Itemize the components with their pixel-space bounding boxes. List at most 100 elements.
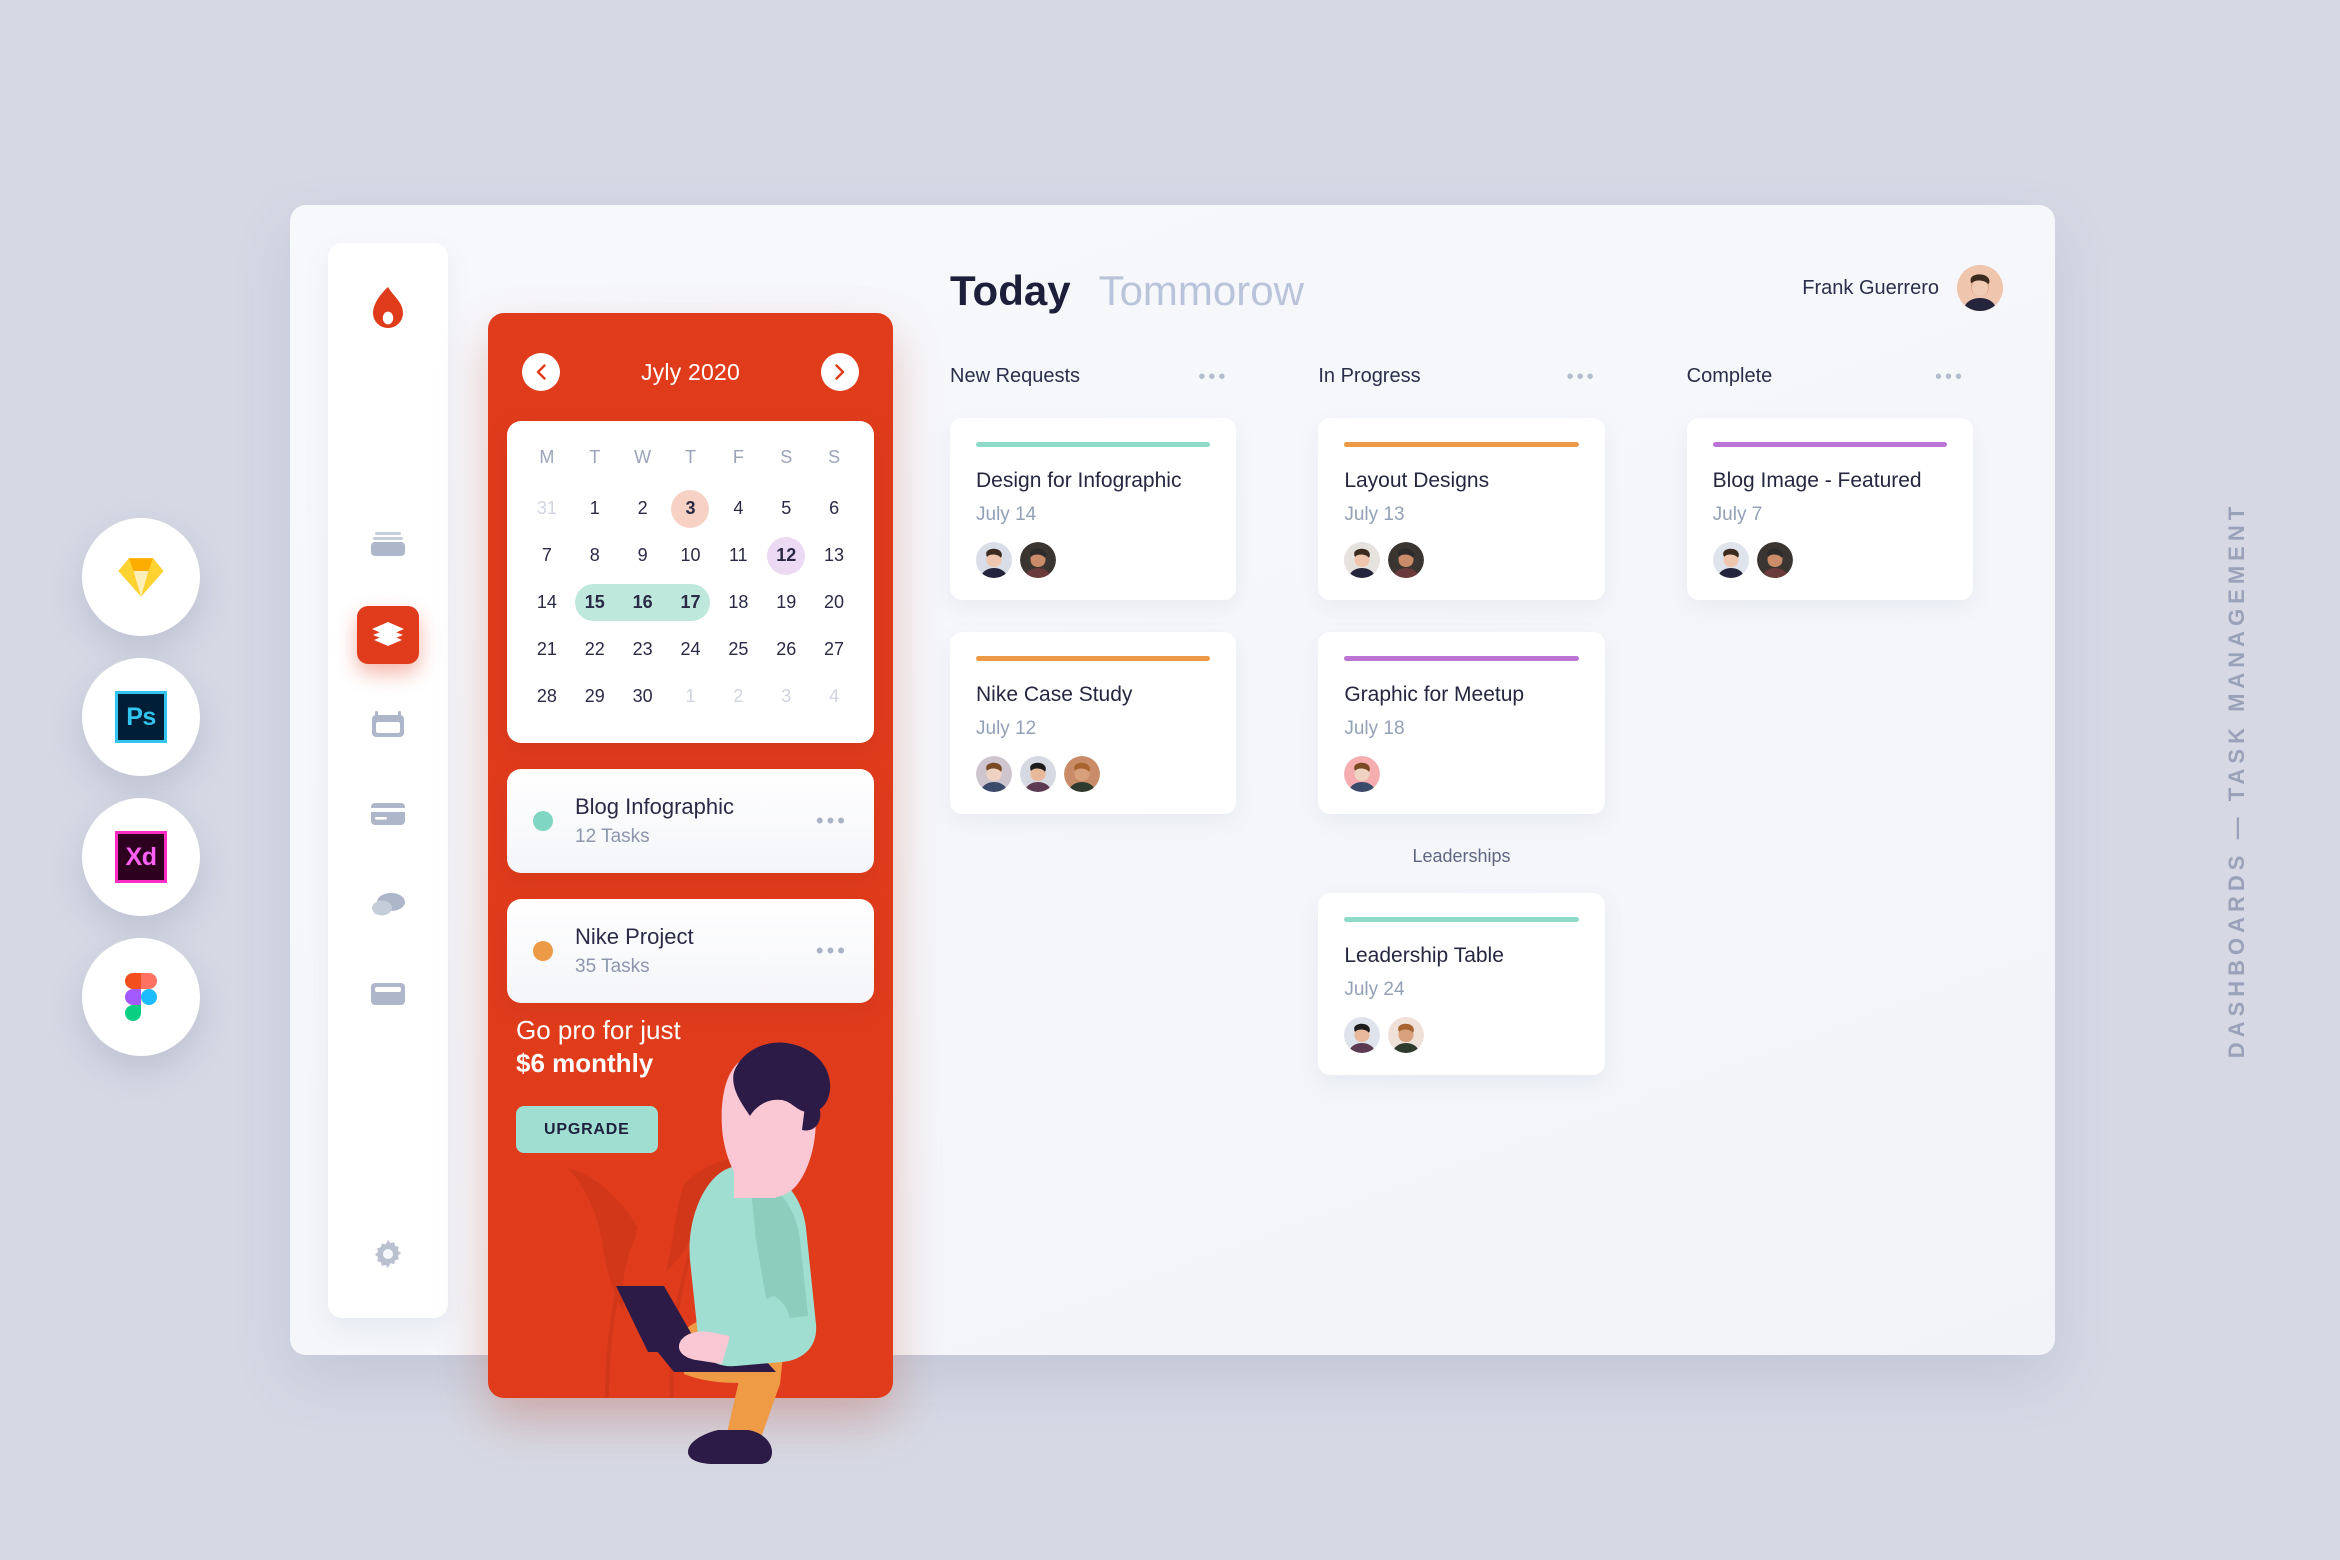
board-columns: New Requests ••• Design for Infographic Jul…: [950, 365, 2055, 1107]
calendar-day[interactable]: 27: [810, 627, 858, 672]
card-avatar[interactable]: [1020, 542, 1056, 578]
app-badge-sketch[interactable]: [82, 518, 200, 636]
promo-line-1: Go pro for just: [516, 1015, 681, 1045]
app-badge-photoshop[interactable]: Ps: [82, 658, 200, 776]
calendar-day[interactable]: 13: [810, 533, 858, 578]
calendar-day[interactable]: 30: [619, 674, 667, 719]
card-avatar[interactable]: [1344, 1017, 1381, 1053]
task-card[interactable]: Nike Case Study July 12: [950, 632, 1237, 814]
card-avatar[interactable]: [1064, 756, 1100, 792]
card-title: Design for Infographic: [976, 469, 1182, 492]
task-card[interactable]: Design for Infographic July 14: [950, 418, 1237, 600]
user-profile[interactable]: Frank Guerrero: [1802, 265, 2003, 311]
card-accent-bar: [1712, 442, 1947, 447]
card-avatars: [1712, 542, 1947, 578]
sidebar-item-card[interactable]: [357, 786, 419, 844]
calendar-day[interactable]: 14: [523, 580, 571, 625]
calendar-day[interactable]: 17: [666, 580, 715, 625]
calendar-day[interactable]: 29: [571, 674, 619, 719]
promo-text: Go pro for just $6 monthly: [516, 1014, 681, 1081]
card-title: Blog Image - Featured: [1712, 469, 1922, 492]
sidebar-item-layers[interactable]: [357, 606, 419, 664]
calendar-day[interactable]: 18: [714, 580, 762, 625]
calendar-day-number: 4: [829, 686, 840, 706]
column-title: In Progress: [1318, 365, 1421, 387]
sidebar-item-archive[interactable]: [357, 966, 419, 1024]
card-title: Nike Case Study: [976, 683, 1133, 706]
card-avatar[interactable]: [1388, 542, 1425, 578]
calendar-day[interactable]: 28: [523, 674, 571, 719]
calendar-next-button[interactable]: [821, 353, 859, 391]
calendar-prev-button[interactable]: [522, 353, 560, 391]
calendar-day[interactable]: 9: [619, 533, 667, 578]
avatar[interactable]: [1957, 265, 2003, 311]
calendar-day[interactable]: 6: [810, 486, 858, 531]
calendar-day[interactable]: 2: [619, 486, 667, 531]
calendar-day-number: 20: [824, 592, 845, 612]
calendar-day[interactable]: 4: [714, 486, 762, 531]
avatar-image: [1388, 542, 1425, 578]
calendar-day[interactable]: 21: [523, 627, 571, 672]
card-accent-bar: [1344, 656, 1579, 661]
calendar-day[interactable]: 25: [714, 627, 762, 672]
task-card[interactable]: Leadership Table July 24: [1318, 893, 1605, 1075]
card-icon: [371, 803, 405, 825]
card-avatar[interactable]: [1344, 756, 1381, 792]
app-badge-figma[interactable]: [82, 938, 200, 1056]
task-card[interactable]: Layout Designs July 13: [1318, 418, 1605, 600]
app-badge-xd[interactable]: Xd: [82, 798, 200, 916]
task-card[interactable]: Graphic for Meetup July 18: [1318, 632, 1605, 814]
task-card[interactable]: Blog Image - Featured July 7: [1686, 418, 1973, 600]
avatar-image: [1957, 265, 2003, 311]
avatar-image: [1020, 542, 1056, 578]
tab-today[interactable]: Today: [950, 267, 1071, 315]
card-avatar[interactable]: [1712, 542, 1749, 578]
calendar-day[interactable]: 7: [523, 533, 571, 578]
card-avatars: [976, 542, 1210, 578]
card-avatar[interactable]: [1756, 542, 1793, 578]
project-row[interactable]: Blog Infographic 12 Tasks •••: [507, 769, 874, 873]
calendar-day[interactable]: 23: [619, 627, 667, 672]
calendar-day[interactable]: 15: [571, 580, 619, 625]
card-avatar[interactable]: [976, 756, 1012, 792]
card-title: Graphic for Meetup: [1344, 683, 1525, 706]
calendar-day[interactable]: 3: [667, 486, 715, 531]
sidebar-item-calendar[interactable]: [357, 696, 419, 754]
project-text: Nike Project 35 Tasks: [575, 924, 816, 978]
calendar-day[interactable]: 4: [810, 674, 858, 719]
app-logo[interactable]: [371, 287, 405, 334]
project-status-dot: [533, 941, 553, 961]
calendar-day[interactable]: 16: [618, 580, 667, 625]
calendar-day[interactable]: 11: [714, 533, 762, 578]
card-title: Layout Designs: [1344, 469, 1490, 492]
sidebar-item-chat[interactable]: [357, 876, 419, 934]
calendar-day[interactable]: 24: [667, 627, 715, 672]
calendar-day[interactable]: 5: [762, 486, 810, 531]
calendar-day[interactable]: 3: [762, 674, 810, 719]
card-avatar[interactable]: [976, 542, 1012, 578]
calendar-day[interactable]: 20: [810, 580, 858, 625]
calendar-day-number: 3: [685, 498, 696, 518]
photoshop-icon: Ps: [115, 691, 167, 743]
calendar-dow-4: F: [732, 447, 744, 467]
calendar-day[interactable]: 22: [571, 627, 619, 672]
calendar-day[interactable]: 1: [571, 486, 619, 531]
calendar-day[interactable]: 12: [762, 533, 810, 578]
calendar-day[interactable]: 2: [714, 674, 762, 719]
calendar-day[interactable]: 31: [523, 486, 571, 531]
calendar-day[interactable]: 26: [762, 627, 810, 672]
calendar-day[interactable]: 19: [762, 580, 810, 625]
screenshot-stage: Ps Xd Jyly 2020 M T W T F S S 31 1 2 3 4…: [0, 0, 2340, 1560]
upgrade-button[interactable]: UPGRADE: [516, 1106, 658, 1153]
calendar-day[interactable]: 8: [571, 533, 619, 578]
sidebar-item-briefcase[interactable]: [357, 516, 419, 574]
calendar-day[interactable]: 10: [667, 533, 715, 578]
sidebar-item-settings[interactable]: [371, 1237, 405, 1276]
column-header: Complete •••: [1686, 365, 1965, 388]
card-avatar[interactable]: [1344, 542, 1381, 578]
sidebar-rail: [328, 243, 448, 1318]
card-avatar[interactable]: [1388, 1017, 1425, 1053]
tab-tomorrow[interactable]: Tommorow: [1099, 267, 1304, 315]
card-avatar[interactable]: [1020, 756, 1056, 792]
calendar-day[interactable]: 1: [667, 674, 715, 719]
